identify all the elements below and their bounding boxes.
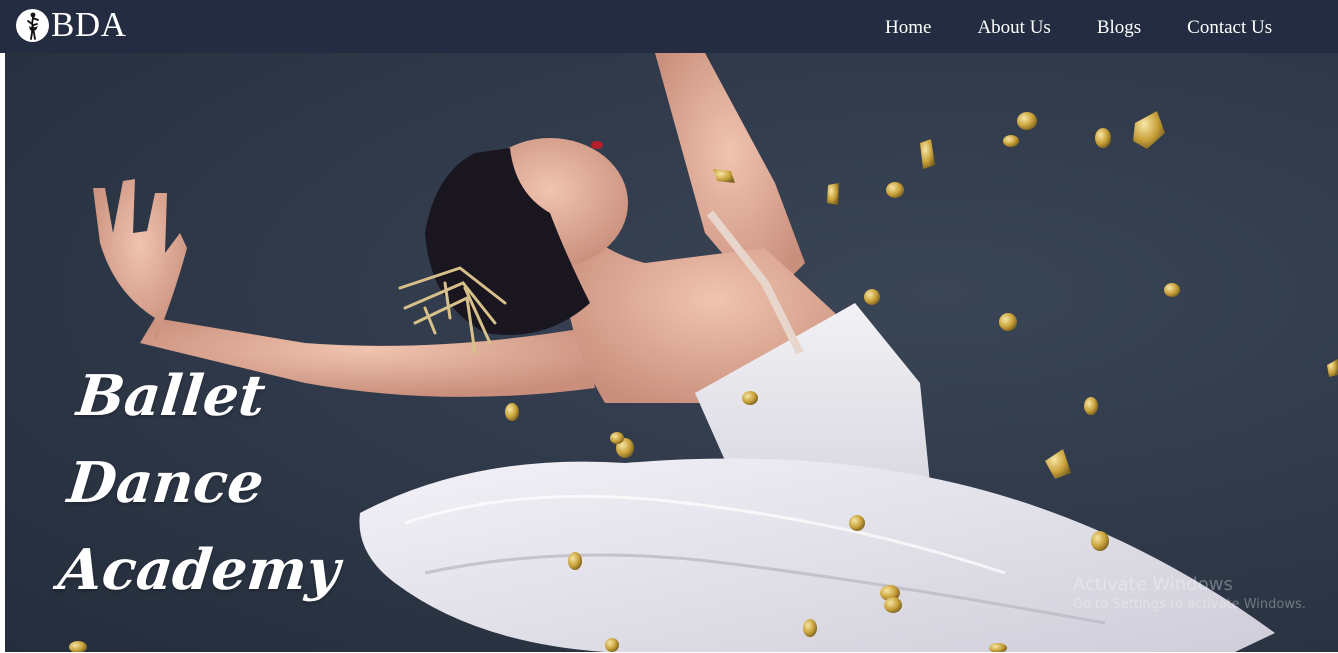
hero-banner: Ballet Dance Academy Activate Windows Go… <box>5 53 1338 652</box>
brand-name: BDA <box>51 5 127 44</box>
main-nav: Home About Us Blogs Contact Us <box>885 15 1272 41</box>
nav-link-about-us[interactable]: About Us <box>977 15 1050 41</box>
ballerina-logo-icon <box>16 8 49 42</box>
nav-link-blogs[interactable]: Blogs <box>1097 15 1141 41</box>
hero-title-line-ballet: Ballet <box>73 363 269 429</box>
watermark-subtitle: Go to Settings to activate Windows. <box>1073 597 1306 612</box>
hero-title-line-academy: Academy <box>55 537 343 603</box>
top-navbar: BDA Home About Us Blogs Contact Us <box>0 0 1338 53</box>
watermark-title: Activate Windows <box>1073 574 1233 595</box>
nav-link-contact-us[interactable]: Contact Us <box>1187 15 1272 41</box>
brand[interactable]: BDA <box>16 6 126 44</box>
hero-title-line-dance: Dance <box>64 450 267 516</box>
activate-windows-watermark: Activate Windows Go to Settings to activ… <box>1073 574 1306 614</box>
hero-title: Ballet Dance Academy <box>54 353 343 614</box>
nav-link-home[interactable]: Home <box>885 15 931 41</box>
